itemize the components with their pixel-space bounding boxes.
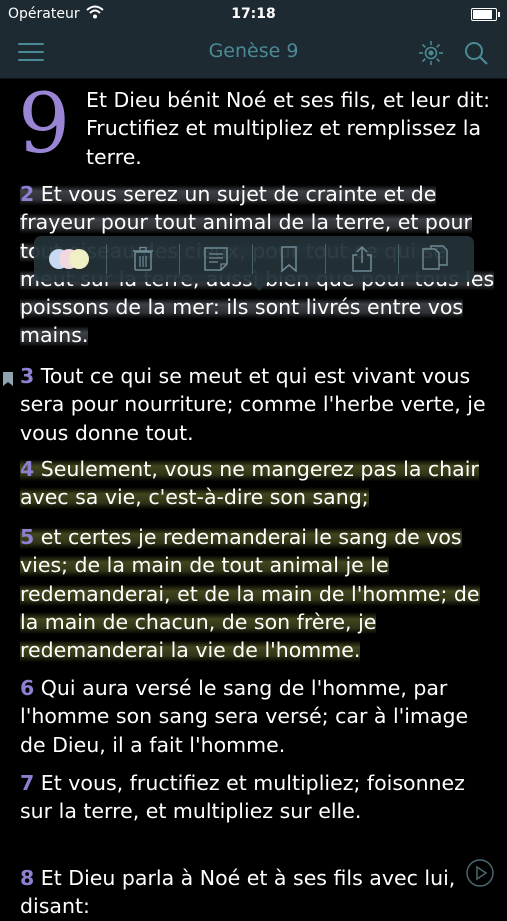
copy-button[interactable] (399, 236, 471, 282)
verse-number: 6 (20, 676, 35, 700)
battery-icon (471, 8, 500, 21)
verse-text: et certes je redemanderai le sang de vos… (20, 525, 480, 663)
chapter-drop-cap: 9 (18, 77, 71, 172)
verse-text: Tout ce qui se meut et qui est vivant vo… (20, 364, 486, 445)
verse-7[interactable]: 7 Et vous, fructifiez et multipliez; foi… (20, 769, 496, 826)
note-icon (204, 247, 228, 271)
verse-number: 8 (20, 866, 35, 890)
verse-text: Qui aura versé le sang de l'homme, par l… (20, 676, 469, 757)
verse-8[interactable]: 8 Et Dieu parla à Noé et à ses fils avec… (20, 864, 496, 921)
bookmark-icon (281, 246, 297, 272)
share-icon (352, 245, 372, 272)
bookmark-button[interactable] (253, 236, 325, 282)
note-button[interactable] (180, 236, 252, 282)
verse-4[interactable]: 4 Seulement, vous ne mangerez pas la cha… (20, 455, 496, 512)
bible-text: 9 Et Dieu bénit Noé et ses fils, et leur… (0, 77, 507, 918)
brightness-icon[interactable] (418, 40, 444, 66)
verse-6[interactable]: 6 Qui aura versé le sang de l'homme, par… (20, 674, 496, 759)
verse-3[interactable]: 3 Tout ce qui se meut et qui est vivant … (20, 362, 496, 447)
verse-text: Et vous, fructifiez et multipliez; foiso… (20, 771, 465, 824)
verse-text: Et Dieu parla à Noé et à ses fils avec l… (20, 866, 456, 919)
verse-number: 2 (20, 182, 35, 206)
search-icon[interactable] (463, 40, 489, 66)
verse-5[interactable]: 5 et certes je redemanderai le sang de v… (20, 523, 496, 665)
verse-text: Seulement, vous ne mangerez pas la chair… (20, 457, 479, 510)
status-bar: Opérateur 17:18 (0, 0, 507, 28)
copy-icon (422, 245, 448, 270)
verse-action-toolbar (34, 236, 474, 291)
verse-number: 3 (20, 364, 35, 388)
navigation-bar: Genèse 9 (0, 28, 507, 79)
share-button[interactable] (326, 236, 398, 282)
verse-number: 4 (20, 457, 35, 481)
verse-1[interactable]: Et Dieu bénit Noé et ses fils, et leur d… (86, 86, 496, 171)
verse-number: 5 (20, 525, 35, 549)
highlight-color-button[interactable] (34, 236, 106, 282)
play-button[interactable] (465, 858, 495, 888)
color-picker-icon (49, 249, 89, 269)
clock: 17:18 (231, 6, 276, 22)
delete-button[interactable] (107, 236, 179, 282)
verse-number: 7 (20, 771, 35, 795)
bookmark-marker-icon (2, 366, 14, 386)
trash-icon (133, 246, 153, 271)
